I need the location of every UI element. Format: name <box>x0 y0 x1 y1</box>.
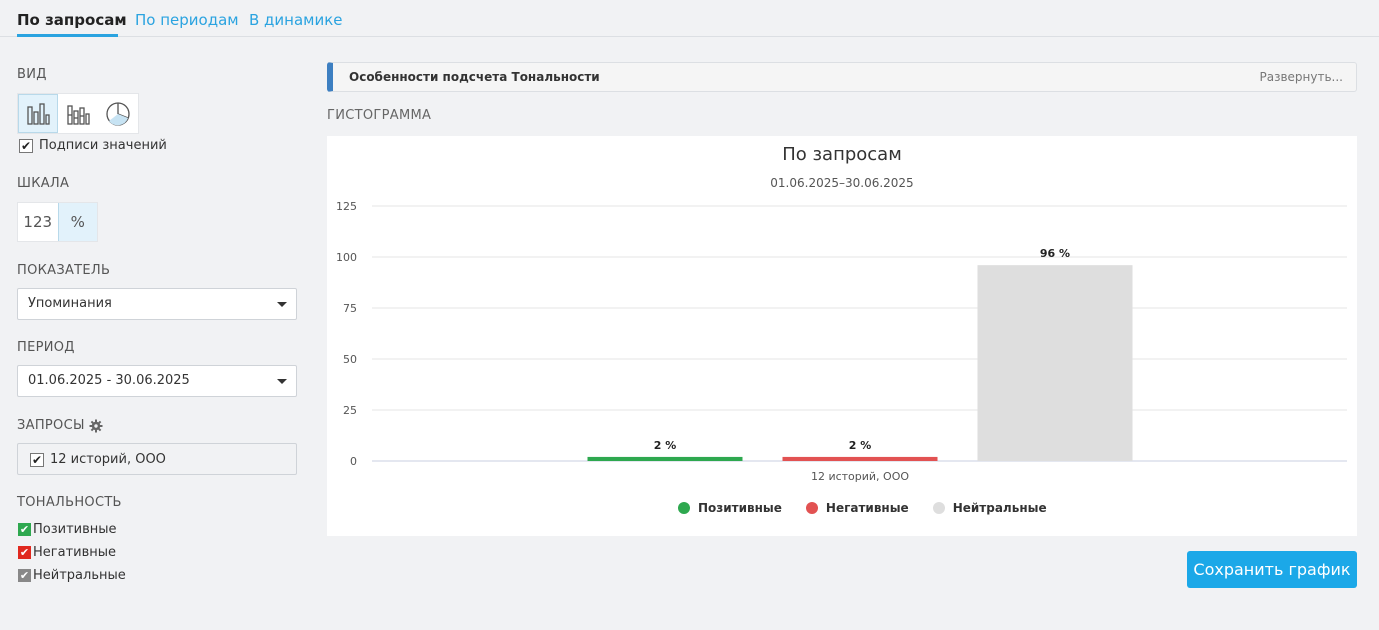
bar-data-label: 2 % <box>654 439 677 452</box>
tonality-section-label: ТОНАЛЬНОСТЬ <box>17 495 122 510</box>
percent-scale-button[interactable]: % <box>57 203 97 241</box>
scale-toggle-group: 123 % <box>17 202 98 242</box>
y-tick-label: 0 <box>350 455 357 468</box>
chevron-down-icon <box>277 379 287 384</box>
x-category-label: 12 историй, ООО <box>811 470 909 483</box>
chevron-down-icon <box>277 302 287 307</box>
bar-chart-view-button[interactable] <box>18 94 58 133</box>
metric-select[interactable]: Упоминания <box>17 288 297 320</box>
tab-by-periods[interactable]: По периодам <box>135 11 239 29</box>
active-tab-indicator <box>17 34 118 37</box>
y-tick-label: 125 <box>336 200 357 213</box>
histogram-section-label: ГИСТОГРАММА <box>327 108 432 123</box>
value-labels-label: Подписи значений <box>39 138 167 153</box>
tonality-item-positive[interactable]: ✔ Позитивные <box>18 522 117 537</box>
value-labels-toggle[interactable]: ✔ Подписи значений <box>19 138 167 153</box>
tab-dynamics[interactable]: В динамике <box>249 11 343 29</box>
legend-dot <box>678 502 690 514</box>
value-labels-checkbox[interactable]: ✔ <box>19 138 33 153</box>
stacked-bar-chart-icon <box>67 104 90 125</box>
legend-label: Позитивные <box>698 501 782 515</box>
view-section-label: ВИД <box>17 67 47 82</box>
positive-checkbox[interactable]: ✔ <box>18 523 31 536</box>
metric-section-label: ПОКАЗАТЕЛЬ <box>17 263 111 278</box>
save-chart-button[interactable]: Сохранить график <box>1187 551 1357 588</box>
bar-chart: 0 25 50 75 100 125 2 % 2 % 96 % 12 историй, ООО <box>336 200 1347 483</box>
legend-item-negative[interactable]: Негативные <box>805 501 909 515</box>
period-select-value: 01.06.2025 - 30.06.2025 <box>28 373 190 388</box>
bar-chart-icon <box>27 102 50 125</box>
query-checkbox[interactable]: ✔ <box>30 452 44 467</box>
y-tick-label: 50 <box>343 353 357 366</box>
period-select[interactable]: 01.06.2025 - 30.06.2025 <box>17 365 297 397</box>
gear-icon[interactable] <box>89 419 103 433</box>
tab-bar: По запросам По периодам В динамике <box>0 0 1379 37</box>
pie-chart-view-button[interactable] <box>98 94 138 133</box>
neutral-checkbox[interactable]: ✔ <box>18 569 31 582</box>
legend-label: Негативные <box>825 501 909 515</box>
stacked-bar-chart-view-button[interactable] <box>58 94 98 133</box>
query-item-label: 12 историй, ООО <box>50 452 166 467</box>
chart-legend: Позитивные Негативные Нейтральные <box>678 501 1071 515</box>
tonality-item-neutral[interactable]: ✔ Нейтральные <box>18 568 126 583</box>
metric-select-value: Упоминания <box>28 296 112 311</box>
bar-data-label: 2 % <box>849 439 872 452</box>
tonality-info-panel: Особенности подсчета Тональности Разверн… <box>327 62 1357 92</box>
expand-link[interactable]: Развернуть... <box>1260 70 1344 84</box>
neutral-label: Нейтральные <box>33 568 126 583</box>
chart-panel: По запросам 01.06.2025–30.06.2025 0 25 50 7… <box>327 136 1357 536</box>
legend-dot <box>932 502 945 514</box>
queries-section-label: ЗАПРОСЫ <box>17 418 85 433</box>
tab-by-queries[interactable]: По запросам <box>17 11 127 29</box>
legend-item-neutral[interactable]: Нейтральные <box>932 501 1047 515</box>
bar-1 <box>587 456 743 461</box>
legend-dot <box>805 502 818 514</box>
query-item[interactable]: ✔ 12 историй, ООО <box>30 452 166 467</box>
positive-label: Позитивные <box>33 522 117 537</box>
absolute-scale-button[interactable]: 123 <box>18 203 58 241</box>
y-tick-label: 75 <box>343 302 357 315</box>
y-tick-label: 25 <box>343 404 357 417</box>
bar-2 <box>782 456 938 461</box>
scale-section-label: ШКАЛА <box>17 176 70 191</box>
legend-label: Нейтральные <box>952 501 1047 515</box>
info-panel-title: Особенности подсчета Тональности <box>349 70 600 84</box>
view-toggle-group <box>17 93 139 134</box>
negative-label: Негативные <box>33 545 117 560</box>
negative-checkbox[interactable]: ✔ <box>18 546 31 559</box>
query-list: ✔ 12 историй, ООО <box>17 443 297 475</box>
legend-item-positive[interactable]: Позитивные <box>678 501 782 515</box>
bar-data-label: 96 % <box>1040 247 1070 260</box>
pie-chart-icon <box>106 101 130 126</box>
queries-section-header: ЗАПРОСЫ <box>17 418 103 433</box>
bar-3 <box>977 265 1133 461</box>
tonality-item-negative[interactable]: ✔ Негативные <box>18 545 116 560</box>
period-section-label: ПЕРИОД <box>17 340 75 355</box>
y-tick-label: 100 <box>336 251 357 264</box>
